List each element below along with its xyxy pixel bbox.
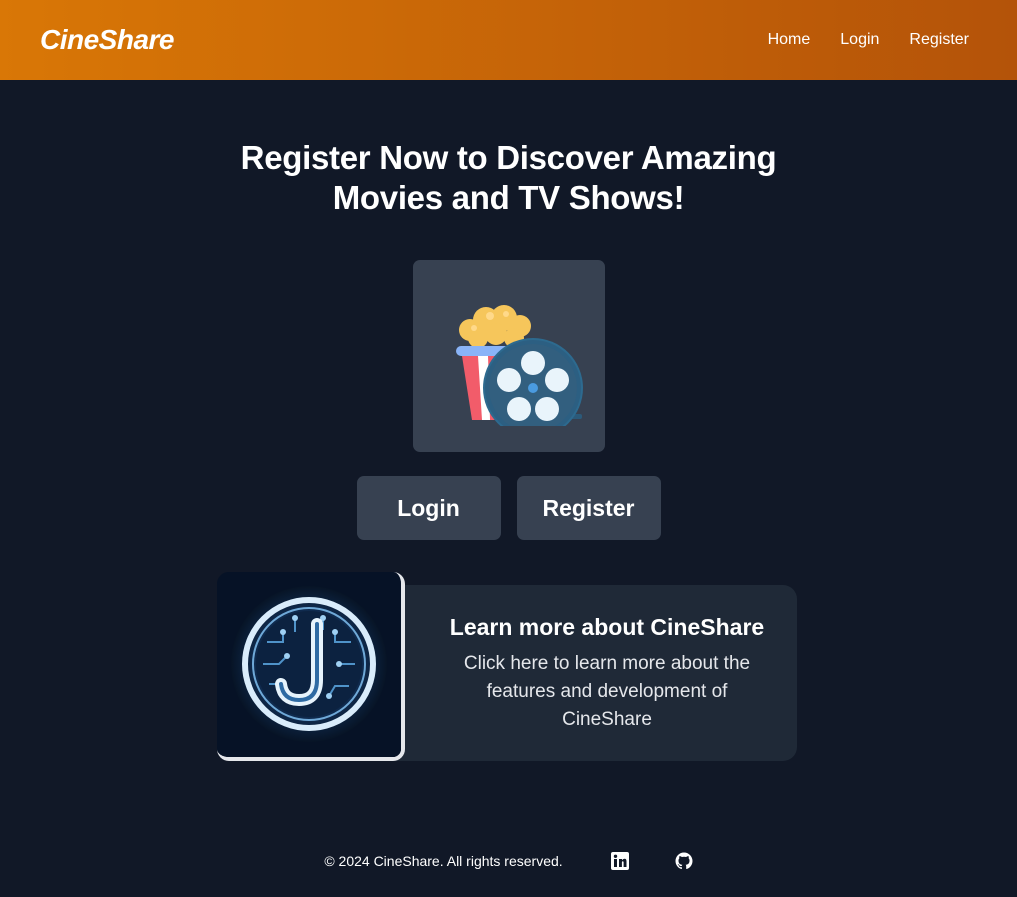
login-button[interactable]: Login: [356, 476, 501, 540]
nav-links: Home Login Register: [768, 31, 969, 49]
page-headline: Register Now to Discover Amazing Movies …: [240, 139, 777, 216]
main-content: Register Now to Discover Amazing Movies …: [0, 80, 1017, 540]
auth-buttons: Login Register: [356, 476, 661, 540]
learn-more-card[interactable]: Learn more about CineShare Click here to…: [217, 572, 797, 762]
register-button[interactable]: Register: [516, 476, 661, 540]
hero-image: [412, 260, 605, 452]
nav-link-home[interactable]: Home: [768, 31, 811, 49]
footer: © 2024 CineShare. All rights reserved.: [0, 844, 1017, 878]
copyright-text: © 2024 CineShare. All rights reserved.: [324, 853, 563, 869]
social-links: [610, 852, 693, 870]
linkedin-icon[interactable]: [610, 852, 629, 870]
github-icon[interactable]: [675, 852, 693, 870]
card-description: Click here to learn more about the featu…: [463, 653, 751, 730]
card-title: Learn more about CineShare: [449, 614, 765, 640]
nav-link-login[interactable]: Login: [840, 31, 879, 49]
brand-logo[interactable]: CineShare: [40, 24, 175, 56]
navbar: CineShare Home Login Register: [0, 0, 1017, 80]
card-image: [217, 572, 405, 761]
nav-link-register[interactable]: Register: [909, 31, 969, 49]
card-text: Learn more about CineShare Click here to…: [417, 585, 797, 761]
circuit-j-logo-icon: [217, 572, 401, 757]
popcorn-film-reel-icon: [455, 305, 583, 426]
